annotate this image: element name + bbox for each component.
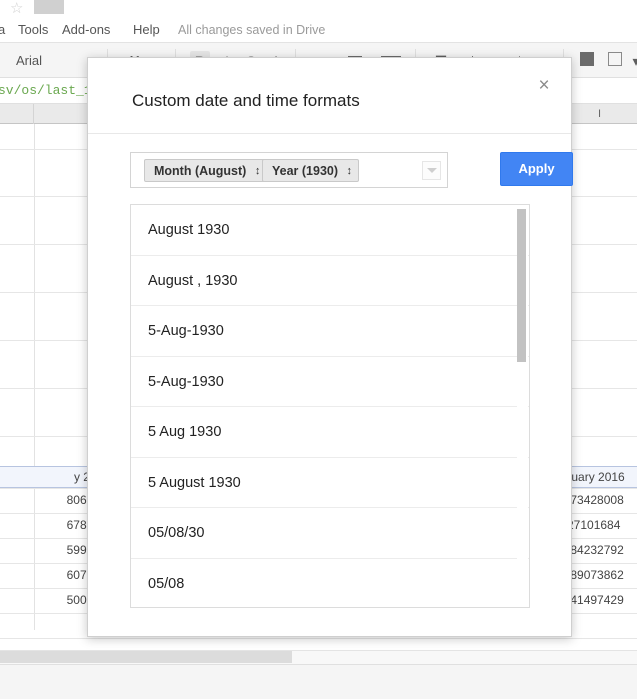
- format-token-year[interactable]: Year (1930) ↕: [262, 159, 359, 182]
- chart-icon[interactable]: [605, 52, 625, 70]
- list-item[interactable]: 05/08: [131, 559, 529, 609]
- list-item[interactable]: 5-Aug-1930: [131, 357, 529, 408]
- menu-item-a[interactable]: a: [0, 18, 5, 42]
- table-cell[interactable]: 50026: [0, 589, 100, 611]
- chevron-down-icon[interactable]: ▾: [630, 52, 637, 70]
- table-cell[interactable]: 80606: [0, 489, 100, 511]
- chevron-down-icon: [427, 168, 437, 173]
- document-badge: [34, 0, 64, 14]
- format-token-month-label: Month (August): [154, 164, 246, 178]
- horizontal-scrollbar-thumb[interactable]: [0, 651, 292, 663]
- list-scrollbar-track[interactable]: [517, 206, 528, 608]
- list-scrollbar-thumb[interactable]: [517, 209, 526, 362]
- list-item[interactable]: 5-Aug-1930: [131, 306, 529, 357]
- sheet-tabs-bar: [0, 664, 637, 699]
- list-item[interactable]: August , 1930: [131, 256, 529, 307]
- up-down-arrows-icon[interactable]: ↕: [255, 160, 261, 183]
- page-title: Custom date and time formats: [132, 91, 360, 111]
- table-cell[interactable]: 60714: [0, 564, 100, 586]
- formula-input-value: sv/os/last_12: [0, 78, 99, 104]
- column-header-cell[interactable]: [0, 104, 34, 124]
- list-item[interactable]: August 1930: [131, 205, 529, 256]
- up-down-arrows-icon[interactable]: ↕: [347, 160, 353, 183]
- star-icon[interactable]: ☆: [10, 1, 26, 17]
- menu-item-add-ons[interactable]: Add-ons: [62, 18, 110, 42]
- close-icon[interactable]: ×: [533, 75, 555, 97]
- format-token-year-label: Year (1930): [272, 164, 338, 178]
- sheets-app-window: ☆ a Tools Add-ons Help All changes saved…: [0, 0, 637, 699]
- apply-button[interactable]: Apply: [500, 152, 573, 186]
- comment-icon[interactable]: [578, 52, 596, 70]
- menu-item-tools[interactable]: Tools: [18, 18, 48, 42]
- format-token-month[interactable]: Month (August) ↕: [144, 159, 267, 182]
- format-options-list[interactable]: August 1930 August , 1930 5-Aug-1930 5-A…: [130, 204, 530, 608]
- list-item[interactable]: 5 August 1930: [131, 458, 529, 509]
- dialog-header: Custom date and time formats ×: [88, 58, 571, 134]
- format-input[interactable]: Month (August) ↕ Year (1930) ↕: [130, 152, 448, 188]
- font-family-selector[interactable]: Arial: [16, 43, 42, 79]
- list-item[interactable]: 05/08/30: [131, 508, 529, 559]
- grid-line-horizontal: [0, 638, 637, 639]
- column-header-i[interactable]: I: [562, 104, 637, 124]
- custom-date-time-formats-dialog: Custom date and time formats × Month (Au…: [87, 57, 572, 637]
- list-item[interactable]: 5 Aug 1930: [131, 407, 529, 458]
- table-cell[interactable]: 59981: [0, 539, 100, 561]
- menu-bar: a Tools Add-ons Help All changes saved i…: [0, 18, 637, 42]
- menu-item-help[interactable]: Help: [133, 18, 160, 42]
- save-status-text: All changes saved in Drive: [178, 18, 325, 42]
- format-dropdown-button[interactable]: [422, 161, 441, 180]
- table-cell[interactable]: 67824: [0, 514, 100, 536]
- format-entry-row: Month (August) ↕ Year (1930) ↕ Apply: [130, 152, 530, 188]
